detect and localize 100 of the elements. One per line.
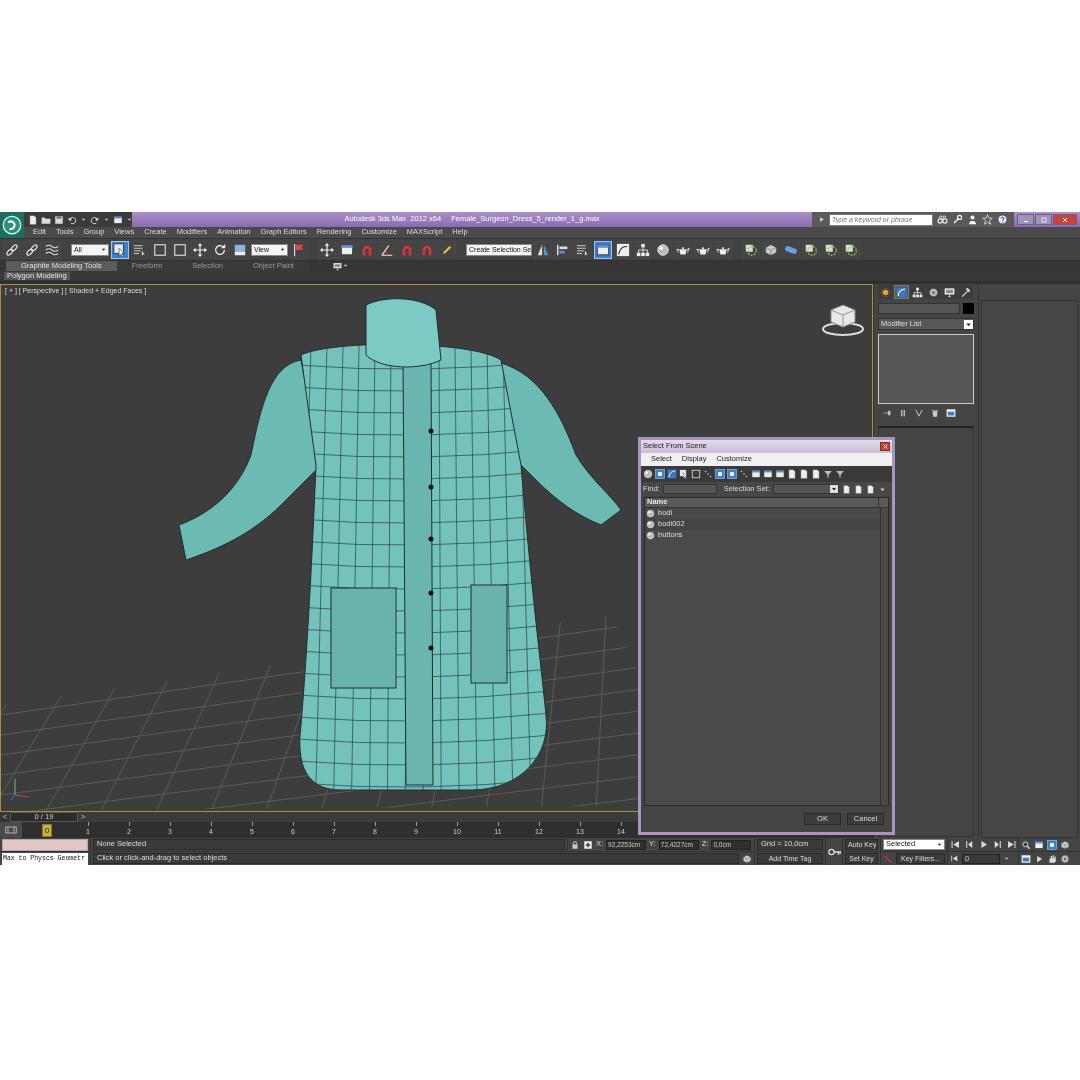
toolbar-button[interactable] [338, 240, 356, 259]
skip-start-icon[interactable] [950, 854, 959, 863]
caret-icon[interactable] [80, 216, 87, 223]
square-icon[interactable] [727, 469, 737, 479]
pin-icon[interactable] [882, 408, 892, 418]
toolbar-button[interactable] [318, 240, 336, 259]
binoculars-icon[interactable] [937, 214, 948, 225]
toolbar-button[interactable] [23, 240, 41, 259]
script-input-field[interactable] [2, 838, 88, 851]
panel-tab[interactable] [942, 285, 957, 299]
modifier-stack-list[interactable] [878, 334, 974, 404]
toolbar-button[interactable] [191, 240, 209, 259]
toolbar-button[interactable] [822, 240, 840, 259]
lock-icon[interactable] [570, 839, 580, 850]
panel-icon[interactable] [946, 408, 956, 418]
toolbar-button[interactable] [131, 240, 149, 259]
app-menu-button[interactable] [0, 212, 24, 238]
color-swatch[interactable] [963, 303, 974, 314]
window-icon[interactable] [1034, 839, 1044, 850]
document-icon[interactable] [28, 214, 38, 225]
toolbar-button[interactable] [211, 240, 229, 259]
toolbar-button[interactable] [290, 240, 308, 259]
toolbar-button[interactable] [842, 240, 860, 259]
star-icon[interactable] [982, 214, 993, 225]
toolbar-button[interactable] [782, 240, 800, 259]
toolbar-button[interactable] [378, 240, 396, 259]
toolbar-button[interactable] [634, 240, 652, 259]
step-forward-icon[interactable] [992, 839, 1003, 850]
toolbar-button[interactable] [714, 240, 732, 259]
panel-tab[interactable] [894, 285, 909, 299]
skip-end-icon[interactable] [1006, 839, 1017, 850]
curve-icon[interactable] [667, 469, 677, 479]
time-marker[interactable]: 0 [42, 824, 52, 837]
dots-icon[interactable] [739, 469, 749, 479]
window-icon[interactable] [751, 469, 761, 479]
window-icon[interactable] [775, 469, 785, 479]
toolbar-button[interactable] [554, 240, 572, 259]
diamond-icon[interactable] [583, 839, 593, 850]
gear-icon[interactable] [1060, 853, 1070, 864]
undo-icon[interactable] [67, 214, 77, 225]
toolbar-button[interactable] [694, 240, 712, 259]
object-name-field[interactable] [878, 303, 960, 314]
window-icon[interactable] [113, 214, 123, 225]
cube-icon[interactable] [1060, 839, 1070, 850]
pause-icon[interactable] [898, 408, 908, 418]
step-back-icon[interactable] [964, 839, 975, 850]
play-icon[interactable] [818, 216, 825, 223]
close-button[interactable] [1053, 214, 1077, 225]
person-icon[interactable] [967, 214, 978, 225]
toolbar-button[interactable] [171, 240, 189, 259]
toolbar-button[interactable] [594, 240, 612, 259]
coat-model-drawing[interactable] [178, 298, 622, 791]
toolbar-button[interactable] [151, 240, 169, 259]
redo-icon[interactable] [90, 214, 100, 225]
panel-tab[interactable] [926, 285, 941, 299]
panel-icon[interactable] [1021, 853, 1031, 864]
wrench-icon[interactable] [952, 214, 963, 225]
toolbar-button[interactable] [762, 240, 780, 259]
square-icon[interactable] [691, 469, 701, 479]
play-icon[interactable] [1034, 853, 1044, 864]
toolbar-button[interactable] [802, 240, 820, 259]
square-icon[interactable] [715, 469, 725, 479]
sphere-icon[interactable] [643, 469, 653, 479]
window-icon[interactable] [763, 469, 773, 479]
hand-icon[interactable] [1047, 853, 1057, 864]
selection-set-dropdown[interactable] [772, 484, 839, 494]
panel-tab[interactable] [878, 285, 893, 299]
help-icon[interactable] [997, 214, 1008, 225]
save-icon[interactable] [54, 214, 64, 225]
minimize-button[interactable] [1017, 214, 1034, 225]
fork-icon[interactable] [914, 408, 924, 418]
toolbar-button[interactable] [574, 240, 592, 259]
toolbar-button[interactable] [438, 240, 456, 259]
maximize-button[interactable] [1035, 214, 1052, 225]
dots-icon[interactable] [703, 469, 713, 479]
zoom-icon[interactable] [1021, 839, 1031, 850]
toolbar-button[interactable] [742, 240, 760, 259]
panel-tab[interactable] [958, 285, 973, 299]
toolbar-button[interactable] [674, 240, 692, 259]
close-button[interactable] [880, 442, 890, 451]
toolbar-button[interactable] [43, 240, 61, 259]
caret-icon[interactable] [126, 216, 133, 223]
view-cube-icon[interactable] [821, 303, 865, 337]
toolbar-button[interactable] [111, 240, 129, 259]
toolbar-button[interactable] [614, 240, 632, 259]
panel-tab[interactable] [910, 285, 925, 299]
bin-icon[interactable] [930, 408, 940, 418]
toolbar-button[interactable] [231, 240, 249, 259]
ribbon-options-button[interactable] [332, 261, 349, 271]
cursor-icon[interactable] [679, 469, 689, 479]
caret-icon[interactable] [103, 216, 110, 223]
skip-start-icon[interactable] [950, 839, 961, 850]
toolbar-button[interactable] [534, 240, 552, 259]
square-icon[interactable] [1047, 839, 1057, 850]
find-field[interactable] [662, 484, 717, 494]
square-icon[interactable] [655, 469, 665, 479]
caret-icon[interactable] [1003, 855, 1010, 862]
cube-icon[interactable] [742, 853, 752, 864]
toolbar-button[interactable] [654, 240, 672, 259]
toolbar-button[interactable] [3, 240, 21, 259]
